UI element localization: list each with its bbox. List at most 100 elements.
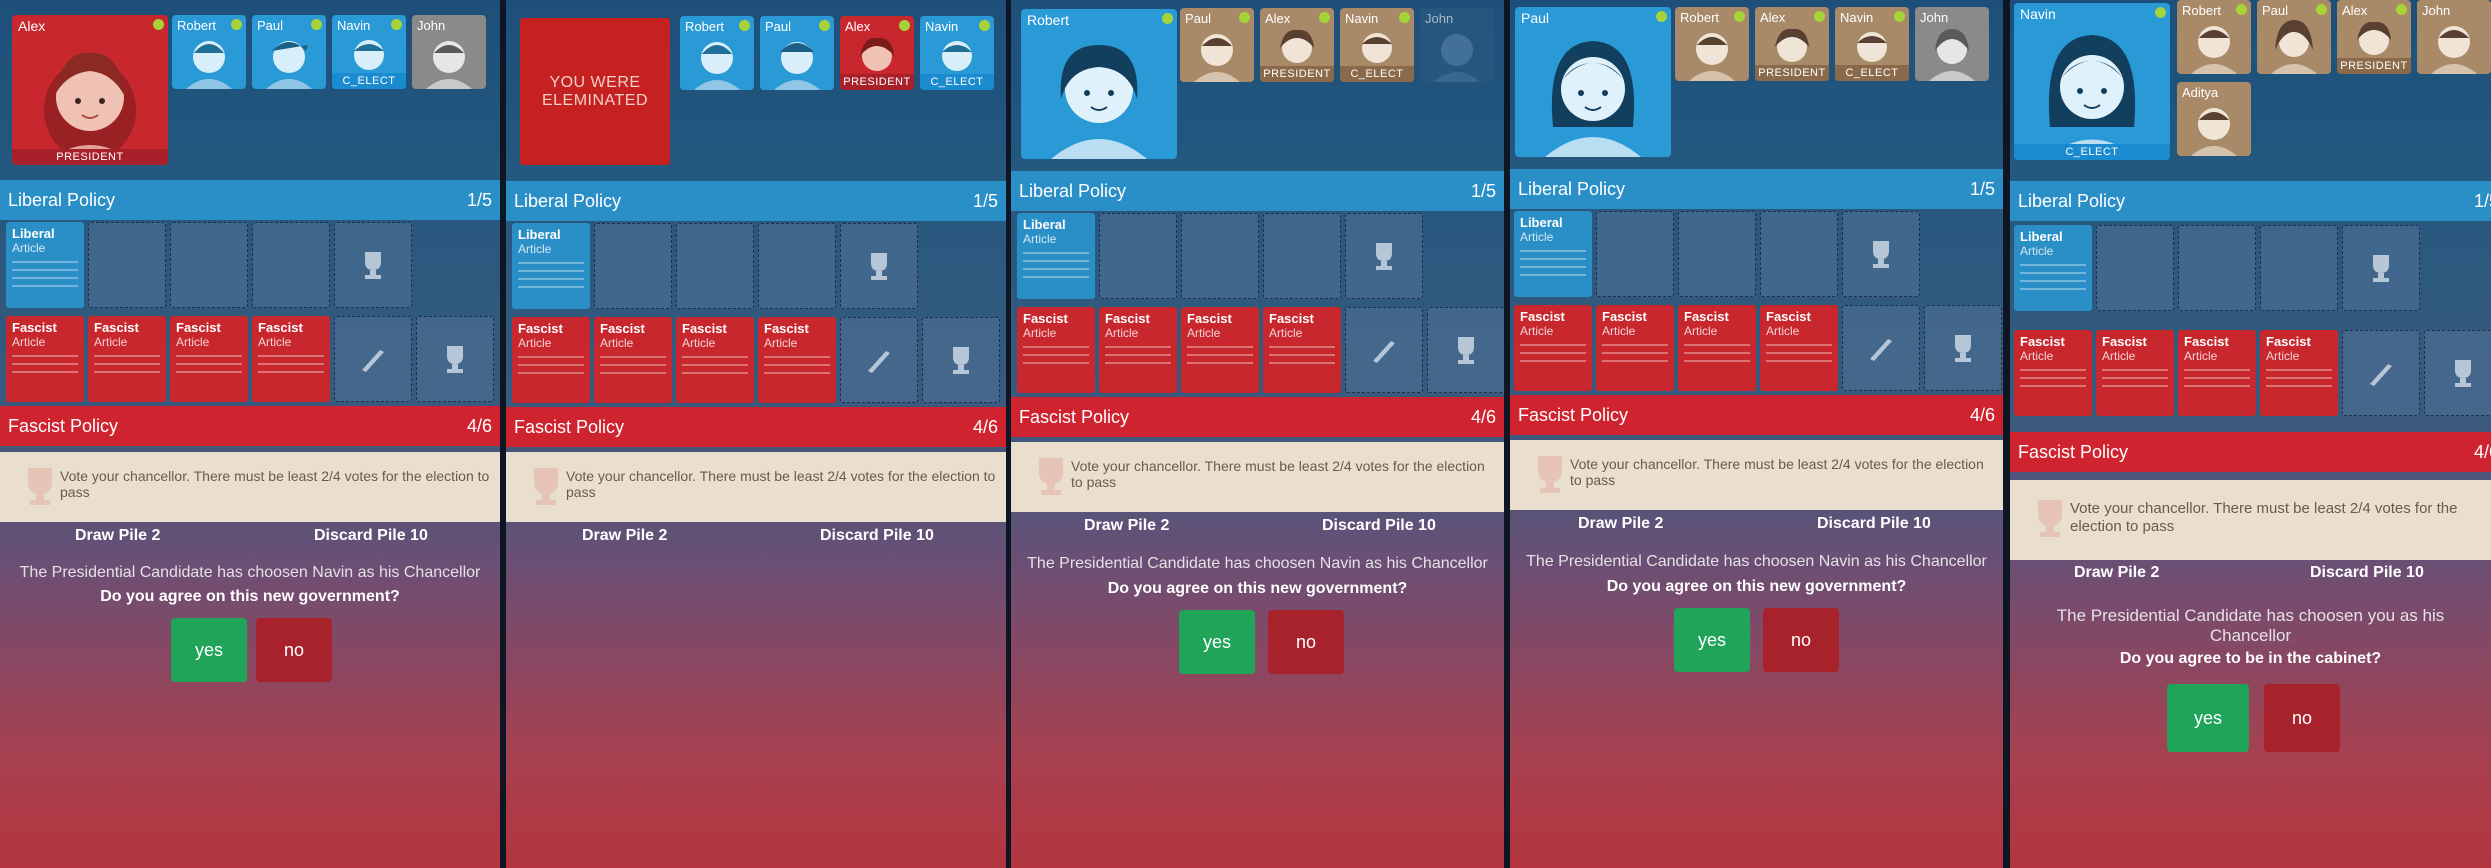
card-subtitle: Article bbox=[1520, 324, 1554, 338]
player-name: Navin bbox=[1345, 11, 1379, 26]
player-avatar[interactable]: Alex PRESIDENT bbox=[840, 16, 914, 90]
player-avatar[interactable]: Alex PRESIDENT bbox=[1260, 8, 1334, 82]
role-president-tag: PRESIDENT bbox=[1755, 65, 1829, 81]
card-title: Fascist bbox=[764, 321, 809, 336]
fascist-article-card: Fascist Article bbox=[512, 317, 590, 403]
trophy-icon bbox=[365, 252, 381, 279]
liberal-policy-header: Liberal Policy 1/5 bbox=[1510, 169, 2003, 209]
trophy-icon bbox=[447, 346, 463, 373]
card-title: Fascist bbox=[2020, 334, 2065, 349]
player-name: Navin bbox=[2020, 6, 2056, 22]
knife-icon bbox=[1373, 341, 1395, 363]
empty-policy-slot bbox=[2178, 225, 2256, 311]
online-indicator bbox=[1814, 11, 1825, 22]
chancellor-message: The Presidential Candidate has choosen N… bbox=[19, 564, 481, 581]
empty-policy-slot bbox=[2096, 225, 2174, 311]
execution-power-slot bbox=[1345, 307, 1423, 393]
yes-button[interactable]: yes bbox=[1179, 610, 1255, 674]
liberal-win-slot bbox=[1842, 211, 1920, 297]
liberal-policy-title: Liberal Policy bbox=[1019, 181, 1127, 201]
player-avatar-self: Alex PRESIDENT bbox=[12, 15, 168, 165]
player-avatar[interactable]: Navin C_ELECT bbox=[920, 16, 994, 90]
role-c-elect-tag: C_ELECT bbox=[332, 73, 406, 89]
fascist-article-card: Fascist Article bbox=[1181, 307, 1259, 393]
player-avatar[interactable]: John bbox=[1420, 8, 1494, 82]
fascist-article-card: Fascist Article bbox=[2096, 330, 2174, 416]
player-avatar[interactable]: Paul bbox=[252, 15, 326, 89]
player-avatar[interactable]: Paul bbox=[1180, 8, 1254, 82]
player-avatar[interactable]: Alex PRESIDENT bbox=[2337, 0, 2411, 74]
liberal-win-slot bbox=[840, 223, 918, 309]
online-indicator bbox=[1162, 13, 1173, 24]
fascist-article-card: Fascist Article bbox=[1017, 307, 1095, 393]
knife-icon bbox=[868, 351, 890, 373]
liberal-article-card: Liberal Article bbox=[1514, 211, 1592, 297]
card-title: Liberal bbox=[518, 227, 561, 242]
fascist-article-card: Fascist Article bbox=[1760, 305, 1838, 391]
card-subtitle: Article bbox=[1105, 326, 1139, 340]
player-name: John bbox=[417, 18, 446, 33]
player-avatar[interactable]: Alex PRESIDENT bbox=[1755, 7, 1829, 81]
liberal-policy-header: Liberal Policy 1/5 bbox=[0, 180, 500, 220]
role-c-elect-tag: C_ELECT bbox=[2014, 144, 2170, 160]
player-name: Navin bbox=[1840, 10, 1874, 25]
player-bar: Paul Robert Alex PRESIDENT Navin C_ELECT… bbox=[1510, 0, 2003, 170]
player-name: John bbox=[1920, 10, 1949, 25]
card-subtitle: Article bbox=[518, 242, 552, 256]
fascist-article-card: Fascist Article bbox=[88, 316, 166, 402]
player-avatar[interactable]: Paul bbox=[760, 16, 834, 90]
player-avatar[interactable]: Robert bbox=[680, 16, 754, 90]
player-avatar[interactable]: John bbox=[2417, 0, 2491, 74]
player-name: John bbox=[2422, 3, 2451, 18]
chancellor-message: The Presidential Candidate has choosen y… bbox=[2056, 606, 2445, 645]
role-president-tag: PRESIDENT bbox=[840, 74, 914, 90]
fascist-policy-title: Fascist Policy bbox=[2018, 442, 2129, 462]
vote-instruction-text: Vote your chancellor. There must be leas… bbox=[60, 468, 490, 500]
fascist-policy-count: 4/6 bbox=[1969, 405, 1995, 425]
player-name: Paul bbox=[257, 18, 284, 33]
liberal-article-card: Liberal Article bbox=[2014, 225, 2092, 311]
card-subtitle: Article bbox=[1023, 326, 1057, 340]
player-avatar[interactable]: Robert bbox=[2177, 0, 2251, 74]
vote-instruction: Vote your chancellor. There must be leas… bbox=[506, 452, 1006, 522]
player-avatar[interactable]: Aditya bbox=[2177, 82, 2251, 156]
no-button[interactable]: no bbox=[256, 618, 332, 682]
card-title: Liberal bbox=[1023, 217, 1066, 232]
empty-policy-slot bbox=[594, 223, 672, 309]
liberal-win-slot bbox=[2342, 225, 2420, 311]
card-title: Fascist bbox=[1105, 311, 1150, 326]
fascist-article-card: Fascist Article bbox=[2260, 330, 2338, 416]
player-avatar[interactable]: Navin C_ELECT bbox=[332, 15, 406, 89]
card-subtitle: Article bbox=[176, 335, 210, 349]
fascist-policy-count: 4/6 bbox=[466, 416, 492, 436]
fascist-article-card: Fascist Article bbox=[2014, 330, 2092, 416]
no-button[interactable]: no bbox=[1763, 608, 1839, 672]
card-subtitle: Article bbox=[682, 336, 716, 350]
online-indicator bbox=[1319, 12, 1330, 23]
player-avatar[interactable]: Navin C_ELECT bbox=[1340, 8, 1414, 82]
player-avatar[interactable]: John bbox=[412, 15, 486, 89]
player-avatar[interactable]: John bbox=[1915, 7, 1989, 81]
yes-button[interactable]: yes bbox=[2167, 684, 2249, 752]
player-avatar[interactable]: Robert bbox=[1675, 7, 1749, 81]
online-indicator bbox=[2396, 4, 2407, 15]
role-president-tag: PRESIDENT bbox=[12, 149, 168, 165]
player-avatar[interactable]: Paul bbox=[2257, 0, 2331, 74]
no-button[interactable]: no bbox=[2264, 684, 2340, 752]
discard-pile-count: Discard Pile 10 bbox=[1817, 515, 1931, 532]
execution-power-slot bbox=[1842, 305, 1920, 391]
yes-button[interactable]: yes bbox=[171, 618, 247, 682]
yes-button[interactable]: yes bbox=[1674, 608, 1750, 672]
card-title: Fascist bbox=[600, 321, 645, 336]
no-button[interactable]: no bbox=[1268, 610, 1344, 674]
draw-pile-count: Draw Pile 2 bbox=[1578, 515, 1664, 532]
player-avatar[interactable]: Robert bbox=[172, 15, 246, 89]
liberal-policy-title: Liberal Policy bbox=[2018, 191, 2126, 211]
knife-icon bbox=[1870, 339, 1892, 361]
game-panel-3: Robert Paul Alex PRESIDENT Navin C_ELECT… bbox=[1011, 0, 1504, 868]
player-avatar[interactable]: Navin C_ELECT bbox=[1835, 7, 1909, 81]
fascist-article-card: Fascist Article bbox=[1596, 305, 1674, 391]
liberal-article-card: Liberal Article bbox=[6, 222, 84, 308]
fascist-win-slot bbox=[416, 316, 494, 402]
card-subtitle: Article bbox=[1602, 324, 1636, 338]
